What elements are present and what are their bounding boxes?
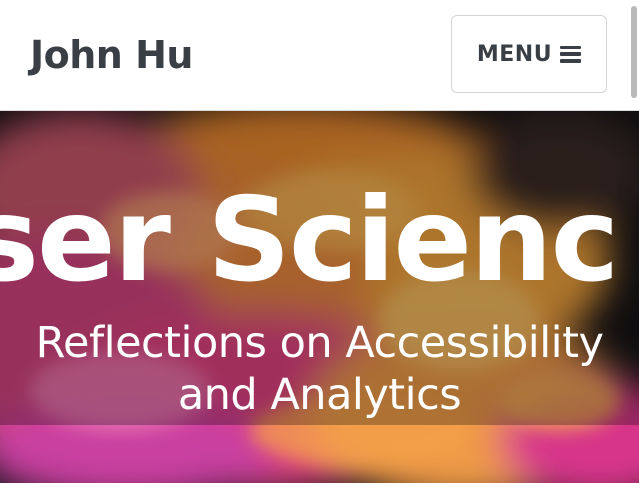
hero-subtitle: Reflections on Accessibility and Analyti…	[0, 317, 639, 421]
hero-section: ser Scienc Reflections on Accessibility …	[0, 111, 639, 483]
site-brand-link[interactable]: John Hu	[30, 30, 193, 80]
hero-subtitle-line-2: and Analytics	[177, 370, 462, 420]
navbar: John Hu MENU	[0, 0, 639, 111]
menu-button-label: MENU	[476, 41, 553, 67]
page: John Hu MENU ser Scienc Reflections on A…	[0, 0, 639, 483]
hero-subtitle-line-1: Reflections on Accessibility	[35, 318, 604, 368]
menu-button[interactable]: MENU	[451, 15, 607, 93]
bars-icon	[560, 45, 582, 63]
page-scrollbar[interactable]	[631, 6, 637, 98]
hero-title: ser Scienc	[0, 173, 619, 308]
